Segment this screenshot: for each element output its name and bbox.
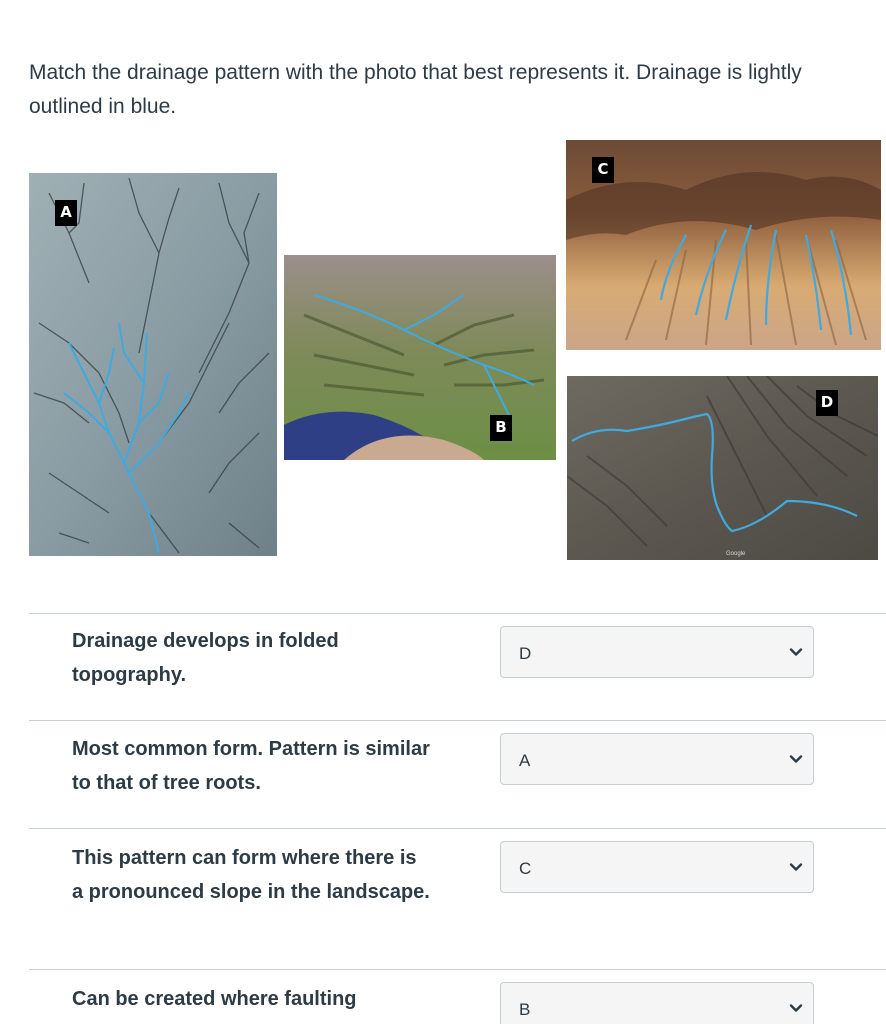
answer-select-2[interactable]: A [500, 733, 814, 785]
photo-b-label: B [490, 415, 512, 441]
photo-a-label: A [55, 200, 77, 226]
chevron-down-icon [789, 863, 803, 871]
match-row-1: Drainage develops in folded topography. … [29, 614, 886, 720]
select-value: D [519, 644, 532, 663]
photo-d-label: D [816, 390, 838, 416]
select-value: C [519, 859, 532, 878]
match-prompt: Can be created where faulting [72, 988, 357, 1010]
select-value: A [519, 751, 531, 770]
quiz-page: Match the drainage pattern with the phot… [0, 0, 886, 1024]
photo-b-wetland [284, 255, 556, 460]
chevron-down-icon [789, 755, 803, 763]
select-value: B [519, 1000, 531, 1019]
match-prompt: Most common form. Pattern is similar to … [72, 738, 430, 794]
match-row-4: Can be created where faulting B [29, 970, 886, 1024]
chevron-down-icon [789, 648, 803, 656]
match-prompt: This pattern can form where there is a p… [72, 847, 430, 903]
answer-select-4[interactable]: B [500, 982, 814, 1024]
chevron-down-icon [789, 1004, 803, 1012]
google-watermark: Google [726, 551, 746, 557]
answer-select-1[interactable]: D [500, 626, 814, 678]
photo-c-label: C [592, 157, 614, 183]
answer-select-3[interactable]: C [500, 841, 814, 893]
question-text: Match the drainage pattern with the phot… [29, 61, 802, 118]
match-prompt: Drainage develops in folded topography. [72, 630, 339, 686]
photo-a-dendritic [29, 173, 277, 556]
match-row-3: This pattern can form where there is a p… [29, 829, 886, 969]
match-row-2: Most common form. Pattern is similar to … [29, 721, 886, 828]
